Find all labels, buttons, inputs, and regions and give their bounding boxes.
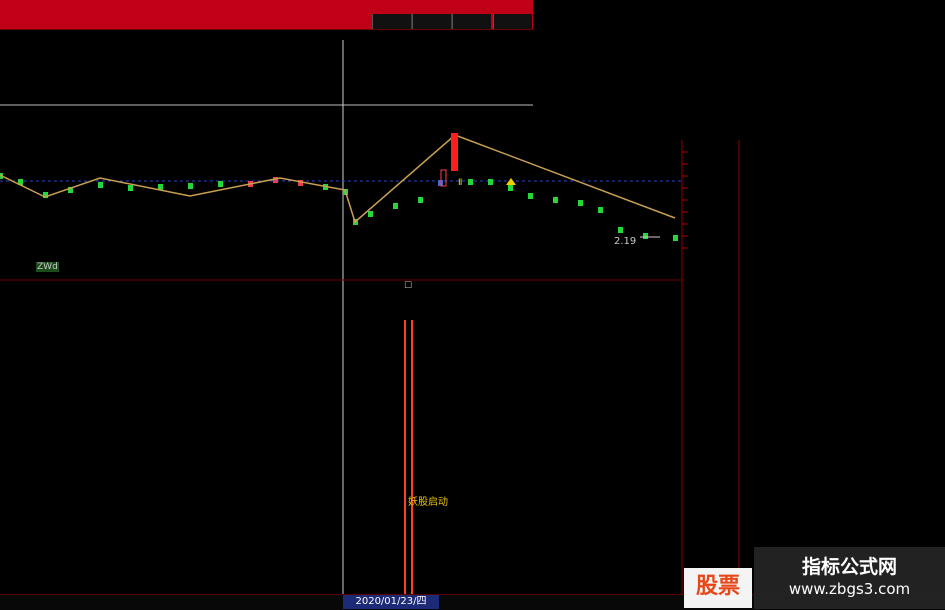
candle — [418, 197, 423, 203]
candle — [368, 211, 373, 217]
peak-candle — [451, 133, 458, 171]
watermark-title: 指标公式网 — [801, 556, 897, 578]
crosshair-date-label: 2020/01/23/四 — [343, 595, 439, 609]
signal-label: 妖股启动 — [408, 497, 448, 508]
high-marker: Ⅱ — [458, 178, 463, 188]
candle — [468, 179, 473, 185]
candle — [528, 193, 533, 199]
signal-arrow — [506, 178, 516, 185]
candle — [673, 235, 678, 241]
candle — [578, 200, 583, 206]
candle — [643, 233, 648, 239]
watermark-logo: 股票 — [684, 568, 752, 608]
low-price-marker: 2.19 — [614, 236, 637, 247]
left-marker: ZWd — [36, 262, 59, 272]
candle — [488, 179, 493, 185]
candle — [128, 185, 133, 191]
candle — [553, 197, 558, 203]
candle — [508, 185, 513, 191]
candle — [188, 183, 193, 189]
small-box-marker: ☐ — [404, 281, 413, 291]
zigzag-line — [0, 134, 676, 224]
price-chart[interactable] — [0, 0, 945, 609]
candle — [618, 227, 623, 233]
candle — [98, 182, 103, 188]
candle — [598, 207, 603, 213]
candle — [218, 181, 223, 187]
candle — [393, 203, 398, 209]
watermark-url: www.zbgs3.com — [788, 580, 911, 598]
